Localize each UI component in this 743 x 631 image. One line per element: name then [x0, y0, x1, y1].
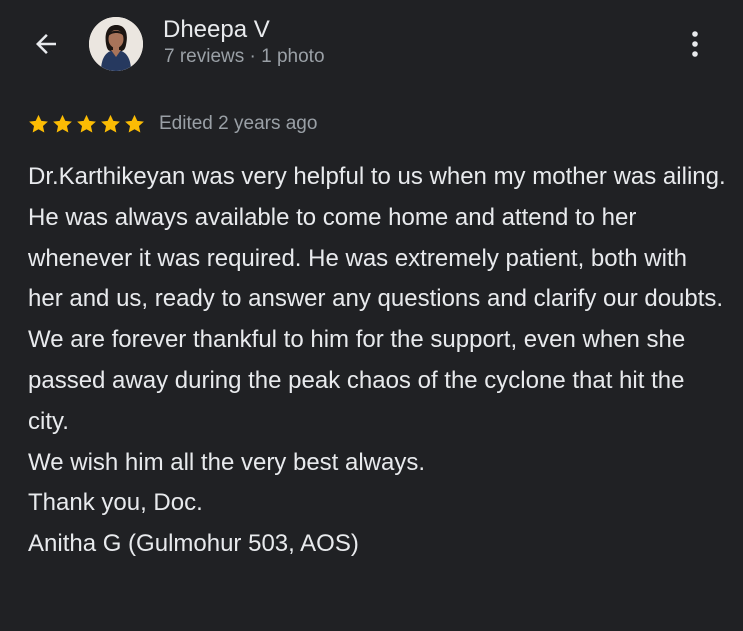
- star-icon: [29, 114, 48, 133]
- star-rating: [27, 113, 146, 136]
- arrow-back-icon: [36, 34, 56, 54]
- more-options-button[interactable]: [680, 26, 710, 62]
- review-paragraph: We wish him all the very best always.: [28, 448, 426, 476]
- back-button[interactable]: [28, 26, 64, 62]
- star-icon: [101, 114, 120, 133]
- reviewer-name[interactable]: Dheepa V: [163, 16, 270, 44]
- reviewer-header: Dheepa V 7 reviews · 1 photo: [0, 0, 743, 90]
- star-icon: [125, 114, 144, 133]
- reviewer-meta: 7 reviews · 1 photo: [164, 46, 325, 67]
- star-icon: [77, 114, 96, 133]
- more-vert-icon: [692, 31, 698, 57]
- star-icon: [53, 114, 72, 133]
- review-text: Dr.Karthikeyan was very helpful to us wh…: [28, 157, 728, 565]
- rating-row: Edited 2 years ago: [27, 110, 317, 138]
- edited-timestamp: Edited 2 years ago: [159, 113, 318, 134]
- review-paragraph: Anitha G (Gulmohur 503, AOS): [28, 530, 359, 558]
- review-paragraph: Dr.Karthikeyan was very helpful to us wh…: [28, 163, 726, 435]
- review-paragraph: Thank you, Doc.: [28, 489, 203, 517]
- avatar[interactable]: [89, 17, 143, 71]
